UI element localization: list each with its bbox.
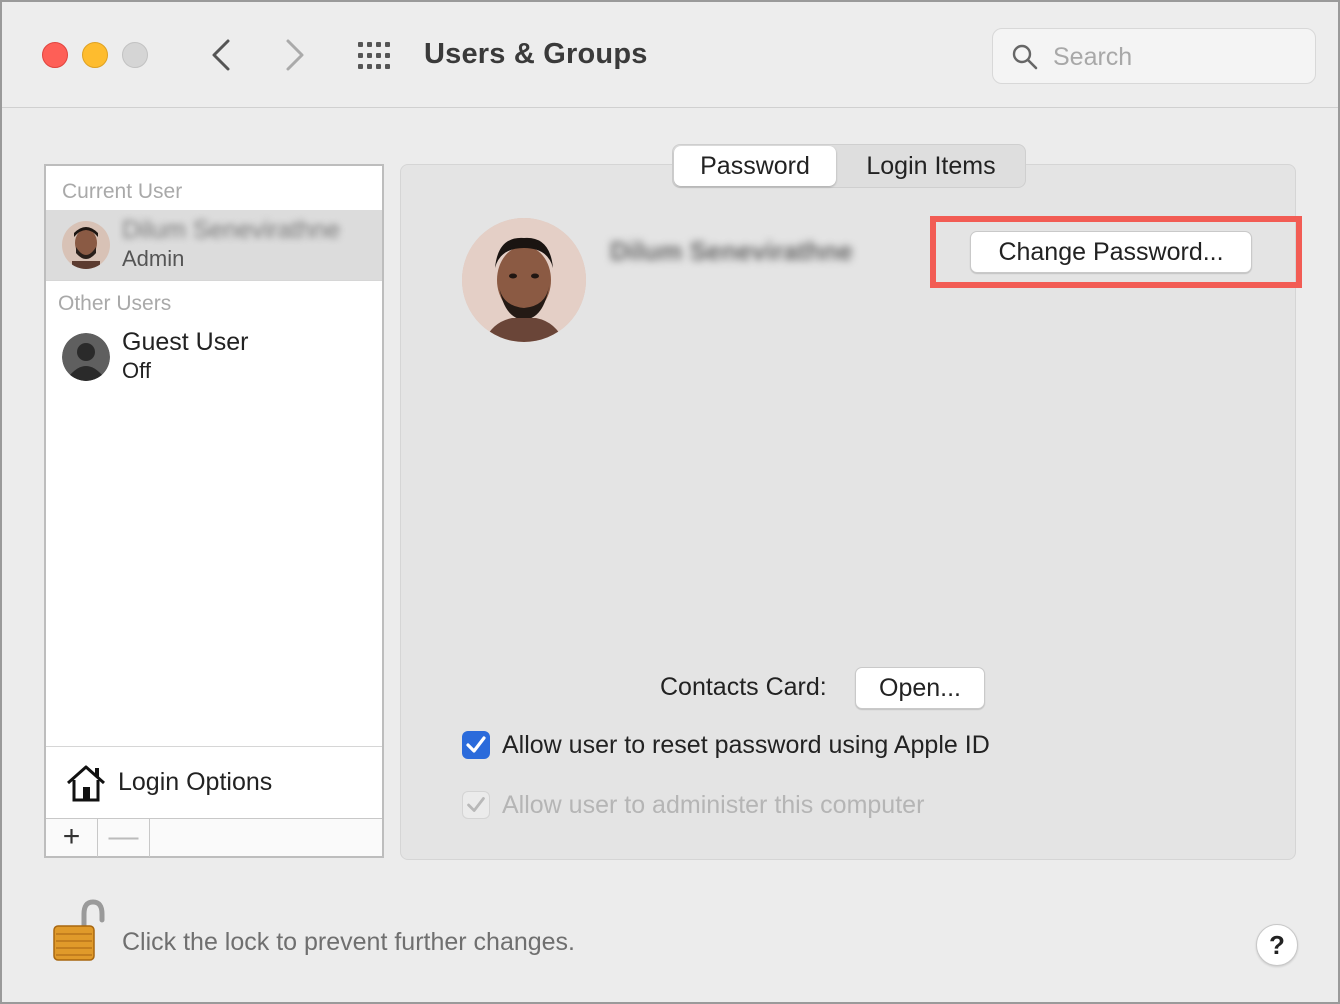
sidebar-item-guest-user[interactable]: Guest User Off — [46, 322, 382, 392]
divider — [46, 746, 382, 747]
administer-computer-label: Allow user to administer this computer — [502, 791, 925, 819]
current-user-role: Admin — [122, 246, 185, 271]
reset-password-apple-id-checkbox[interactable] — [462, 731, 490, 759]
contacts-card-label: Contacts Card: — [660, 673, 827, 701]
checkmark-icon — [467, 797, 485, 812]
tab-bar: Password Login Items — [672, 144, 1026, 188]
login-options-button[interactable]: Login Options — [46, 748, 382, 818]
current-user-name: Dilum Senevirathne — [122, 216, 341, 244]
guest-avatar-icon — [62, 333, 110, 381]
zoom-window-button[interactable] — [122, 42, 148, 68]
close-window-button[interactable] — [42, 42, 68, 68]
sidebar-item-current-user[interactable]: Dilum Senevirathne Admin — [46, 210, 382, 280]
unlocked-padlock-icon[interactable] — [52, 898, 108, 964]
users-sidebar: Current User Dilum Senevirathne Admin Ot… — [44, 164, 384, 858]
chevron-right-icon — [286, 39, 304, 71]
add-user-button[interactable]: + — [46, 819, 98, 857]
guest-user-name: Guest User — [122, 328, 249, 356]
remove-user-button[interactable]: — — [98, 819, 150, 857]
divider — [46, 280, 382, 281]
title-bar: Users & Groups — [2, 2, 1338, 108]
change-password-button[interactable]: Change Password... — [970, 231, 1252, 273]
minimize-window-button[interactable] — [82, 42, 108, 68]
user-profile-picture[interactable] — [462, 218, 586, 342]
show-all-grid-icon[interactable] — [356, 40, 396, 72]
checkmark-icon — [466, 736, 486, 753]
back-button[interactable] — [206, 38, 236, 72]
help-button[interactable]: ? — [1256, 924, 1298, 966]
lock-status-text: Click the lock to prevent further change… — [122, 928, 576, 956]
reset-password-apple-id-label: Allow user to reset password using Apple… — [502, 731, 990, 759]
sidebar-toolbar: + — — [46, 818, 382, 857]
forward-button[interactable] — [280, 38, 310, 72]
house-icon — [67, 765, 105, 802]
tab-password[interactable]: Password — [674, 146, 836, 186]
chevron-left-icon — [212, 39, 230, 71]
avatar — [62, 221, 110, 269]
user-full-name: Dilum Senevirathne — [610, 236, 853, 266]
preferences-window: Users & Groups Current User Dilum Sene — [0, 0, 1340, 1004]
open-contacts-card-button[interactable]: Open... — [855, 667, 985, 709]
current-user-section-label: Current User — [62, 180, 183, 203]
window-title: Users & Groups — [424, 38, 648, 70]
search-icon — [1012, 44, 1038, 70]
other-users-section-label: Other Users — [58, 292, 172, 315]
search-field[interactable] — [992, 28, 1316, 84]
search-input[interactable] — [1053, 41, 1293, 73]
tab-login-items[interactable]: Login Items — [843, 146, 1019, 186]
guest-user-status: Off — [122, 358, 151, 383]
administer-computer-checkbox[interactable] — [462, 791, 490, 819]
login-options-label: Login Options — [118, 768, 273, 796]
